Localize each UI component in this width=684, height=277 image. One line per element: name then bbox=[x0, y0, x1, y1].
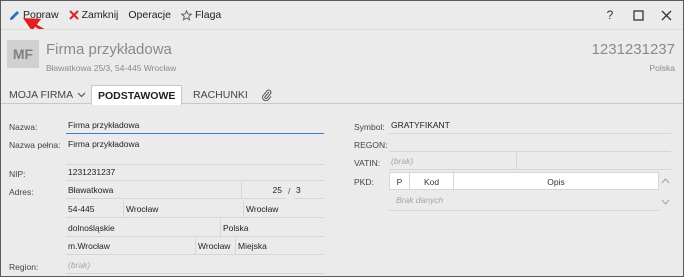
pkd-bottom-line bbox=[389, 197, 659, 211]
operacje-label: Operacje bbox=[128, 9, 171, 21]
vatin-prefix-field[interactable]: (brak) bbox=[389, 153, 517, 170]
paperclip-icon bbox=[262, 89, 272, 101]
house-number-field[interactable]: 25 bbox=[242, 182, 286, 199]
tab-rachunki-label: RACHUNKI bbox=[193, 88, 248, 101]
tab-podstawowe-label: PODSTAWOWE bbox=[98, 89, 176, 102]
tab-rachunki[interactable]: RACHUNKI bbox=[187, 85, 254, 104]
scroll-down-icon[interactable] bbox=[661, 199, 670, 206]
vatin-number-field[interactable] bbox=[517, 153, 671, 170]
slash-separator: / bbox=[288, 185, 291, 196]
symbol-field[interactable]: GRATYFIKANT bbox=[389, 117, 671, 134]
flaga-button[interactable]: Flaga bbox=[177, 5, 225, 25]
maximize-button[interactable] bbox=[627, 6, 649, 24]
gmina-field[interactable]: m.Wrocław bbox=[66, 238, 196, 255]
symbol-label: Symbol: bbox=[354, 122, 385, 132]
help-label: ? bbox=[606, 8, 614, 22]
company-address: Bławatkowa 25/3, 54-445 Wrocław bbox=[46, 63, 177, 73]
flaga-label: Flaga bbox=[194, 9, 222, 21]
close-window-button[interactable] bbox=[655, 6, 677, 24]
post-city-field[interactable]: Wrocław bbox=[124, 201, 244, 218]
pkd-col-kod[interactable]: Kod bbox=[410, 173, 454, 190]
postal-code-field[interactable]: 54-445 bbox=[66, 201, 124, 218]
scroll-up-icon[interactable] bbox=[661, 177, 670, 184]
help-button[interactable]: ? bbox=[599, 6, 621, 24]
nip-label: NIP: bbox=[9, 169, 26, 179]
nip-field[interactable]: 1231231237 bbox=[66, 164, 324, 181]
adres-label: Adres: bbox=[9, 187, 34, 197]
regon-label: REGON: bbox=[354, 140, 388, 150]
company-name: Firma przykładowa bbox=[46, 41, 172, 58]
nazwa-label: Nazwa: bbox=[9, 122, 38, 132]
chevron-down-icon bbox=[77, 92, 86, 98]
company-country: Polska bbox=[649, 63, 675, 73]
tab-moja-firma[interactable]: MOJA FIRMA bbox=[3, 85, 92, 104]
city-field[interactable]: Wrocław bbox=[244, 201, 324, 218]
area-type-field[interactable]: Miejska bbox=[236, 238, 324, 255]
tab-attachments[interactable] bbox=[256, 85, 278, 104]
voivodeship-field[interactable]: dolnośląskie bbox=[66, 220, 221, 237]
country-field[interactable]: Polska bbox=[221, 220, 324, 237]
record-header: MF Firma przykładowa Bławatkowa 25/3, 54… bbox=[1, 29, 683, 81]
region-field[interactable]: (brak) bbox=[66, 257, 324, 274]
regon-field[interactable] bbox=[389, 135, 671, 152]
tab-podstawowe[interactable]: PODSTAWOWE bbox=[91, 85, 183, 105]
vatin-label: VATIN: bbox=[354, 158, 381, 168]
tab-moja-firma-label: MOJA FIRMA bbox=[9, 88, 74, 101]
nazwa-pelna-label: Nazwa pełna: bbox=[9, 140, 61, 150]
pkd-table-header: P Kod Opis bbox=[389, 172, 659, 190]
form-content: Nazwa: Firma przykładowa Nazwa pełna: Fi… bbox=[1, 105, 683, 276]
close-window-icon bbox=[661, 10, 671, 20]
pkd-label: PKD: bbox=[354, 177, 374, 187]
street-field[interactable]: Bławatkowa bbox=[66, 182, 242, 199]
company-code: 1231231237 bbox=[591, 41, 675, 58]
region-label: Region: bbox=[9, 262, 39, 272]
tab-bar: MOJA FIRMA PODSTAWOWE RACHUNKI bbox=[1, 82, 683, 105]
nazwa-field[interactable]: Firma przykładowa bbox=[66, 117, 324, 134]
nazwa-pelna-box bbox=[66, 135, 324, 165]
pkd-col-p[interactable]: P bbox=[390, 173, 410, 190]
maximize-icon bbox=[632, 9, 644, 21]
operacje-button[interactable]: Operacje bbox=[124, 5, 175, 25]
avatar: MF bbox=[7, 40, 39, 68]
county-field[interactable]: Wrocław bbox=[196, 238, 236, 255]
pkd-col-opis[interactable]: Opis bbox=[454, 173, 658, 190]
flat-number-field[interactable]: 3 bbox=[294, 182, 324, 199]
star-icon bbox=[180, 9, 192, 21]
